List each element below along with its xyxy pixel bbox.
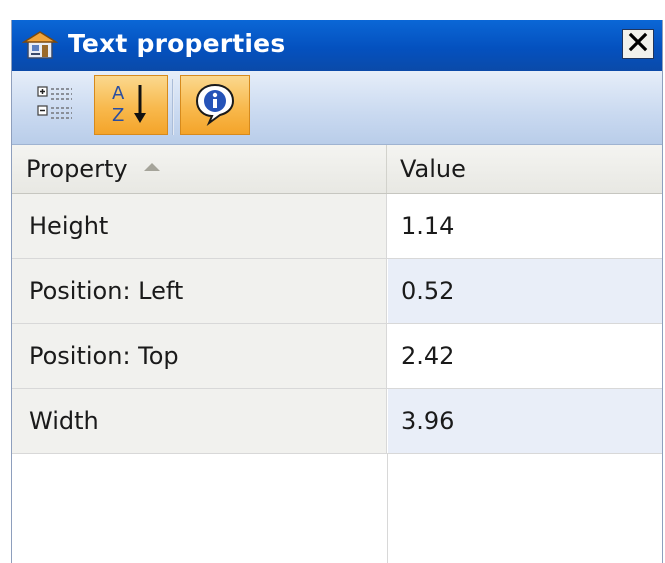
column-header-property-label: Property [26, 155, 128, 183]
property-name-cell: Height [12, 194, 387, 258]
property-name-cell: Position: Top [12, 324, 387, 388]
properties-window-icon [21, 30, 59, 60]
close-icon [627, 32, 649, 56]
categorized-view-button[interactable] [22, 75, 90, 135]
sort-az-icon: A Z [106, 77, 156, 133]
property-value-cell[interactable]: 1.14 [388, 194, 662, 258]
table-row[interactable]: Width 3.96 [12, 389, 662, 454]
svg-text:A: A [112, 83, 125, 104]
svg-text:Z: Z [112, 105, 124, 126]
empty-property-column [12, 454, 388, 563]
column-header-value[interactable]: Value [388, 145, 662, 193]
grid-empty-area [12, 454, 662, 563]
sort-ascending-icon [143, 163, 160, 171]
close-button[interactable] [622, 29, 654, 59]
property-value-cell[interactable]: 2.42 [388, 324, 662, 388]
window-title: Text properties [68, 29, 286, 58]
property-name-cell: Width [12, 389, 387, 453]
table-row[interactable]: Position: Left 0.52 [12, 259, 662, 324]
info-button[interactable] [180, 75, 250, 135]
title-bar[interactable]: Text properties [12, 20, 662, 71]
table-row[interactable]: Position: Top 2.42 [12, 324, 662, 389]
alphabetical-sort-button[interactable]: A Z [94, 75, 168, 135]
grid-header: Property Value [12, 145, 662, 194]
categorized-icon [34, 81, 78, 129]
table-row[interactable]: Height 1.14 [12, 194, 662, 259]
property-grid: Property Value Height 1.14 Position: Lef… [12, 145, 662, 563]
info-icon [192, 80, 238, 130]
text-properties-panel: Text properties A Z Property Value Heigh… [11, 20, 663, 563]
property-name-cell: Position: Left [12, 259, 387, 323]
toolbar-separator [172, 79, 174, 135]
property-value-cell[interactable]: 3.96 [388, 389, 662, 453]
property-value-cell[interactable]: 0.52 [388, 259, 662, 323]
toolbar: A Z [12, 71, 662, 145]
column-header-value-label: Value [400, 155, 466, 183]
column-header-property[interactable]: Property [12, 145, 387, 193]
